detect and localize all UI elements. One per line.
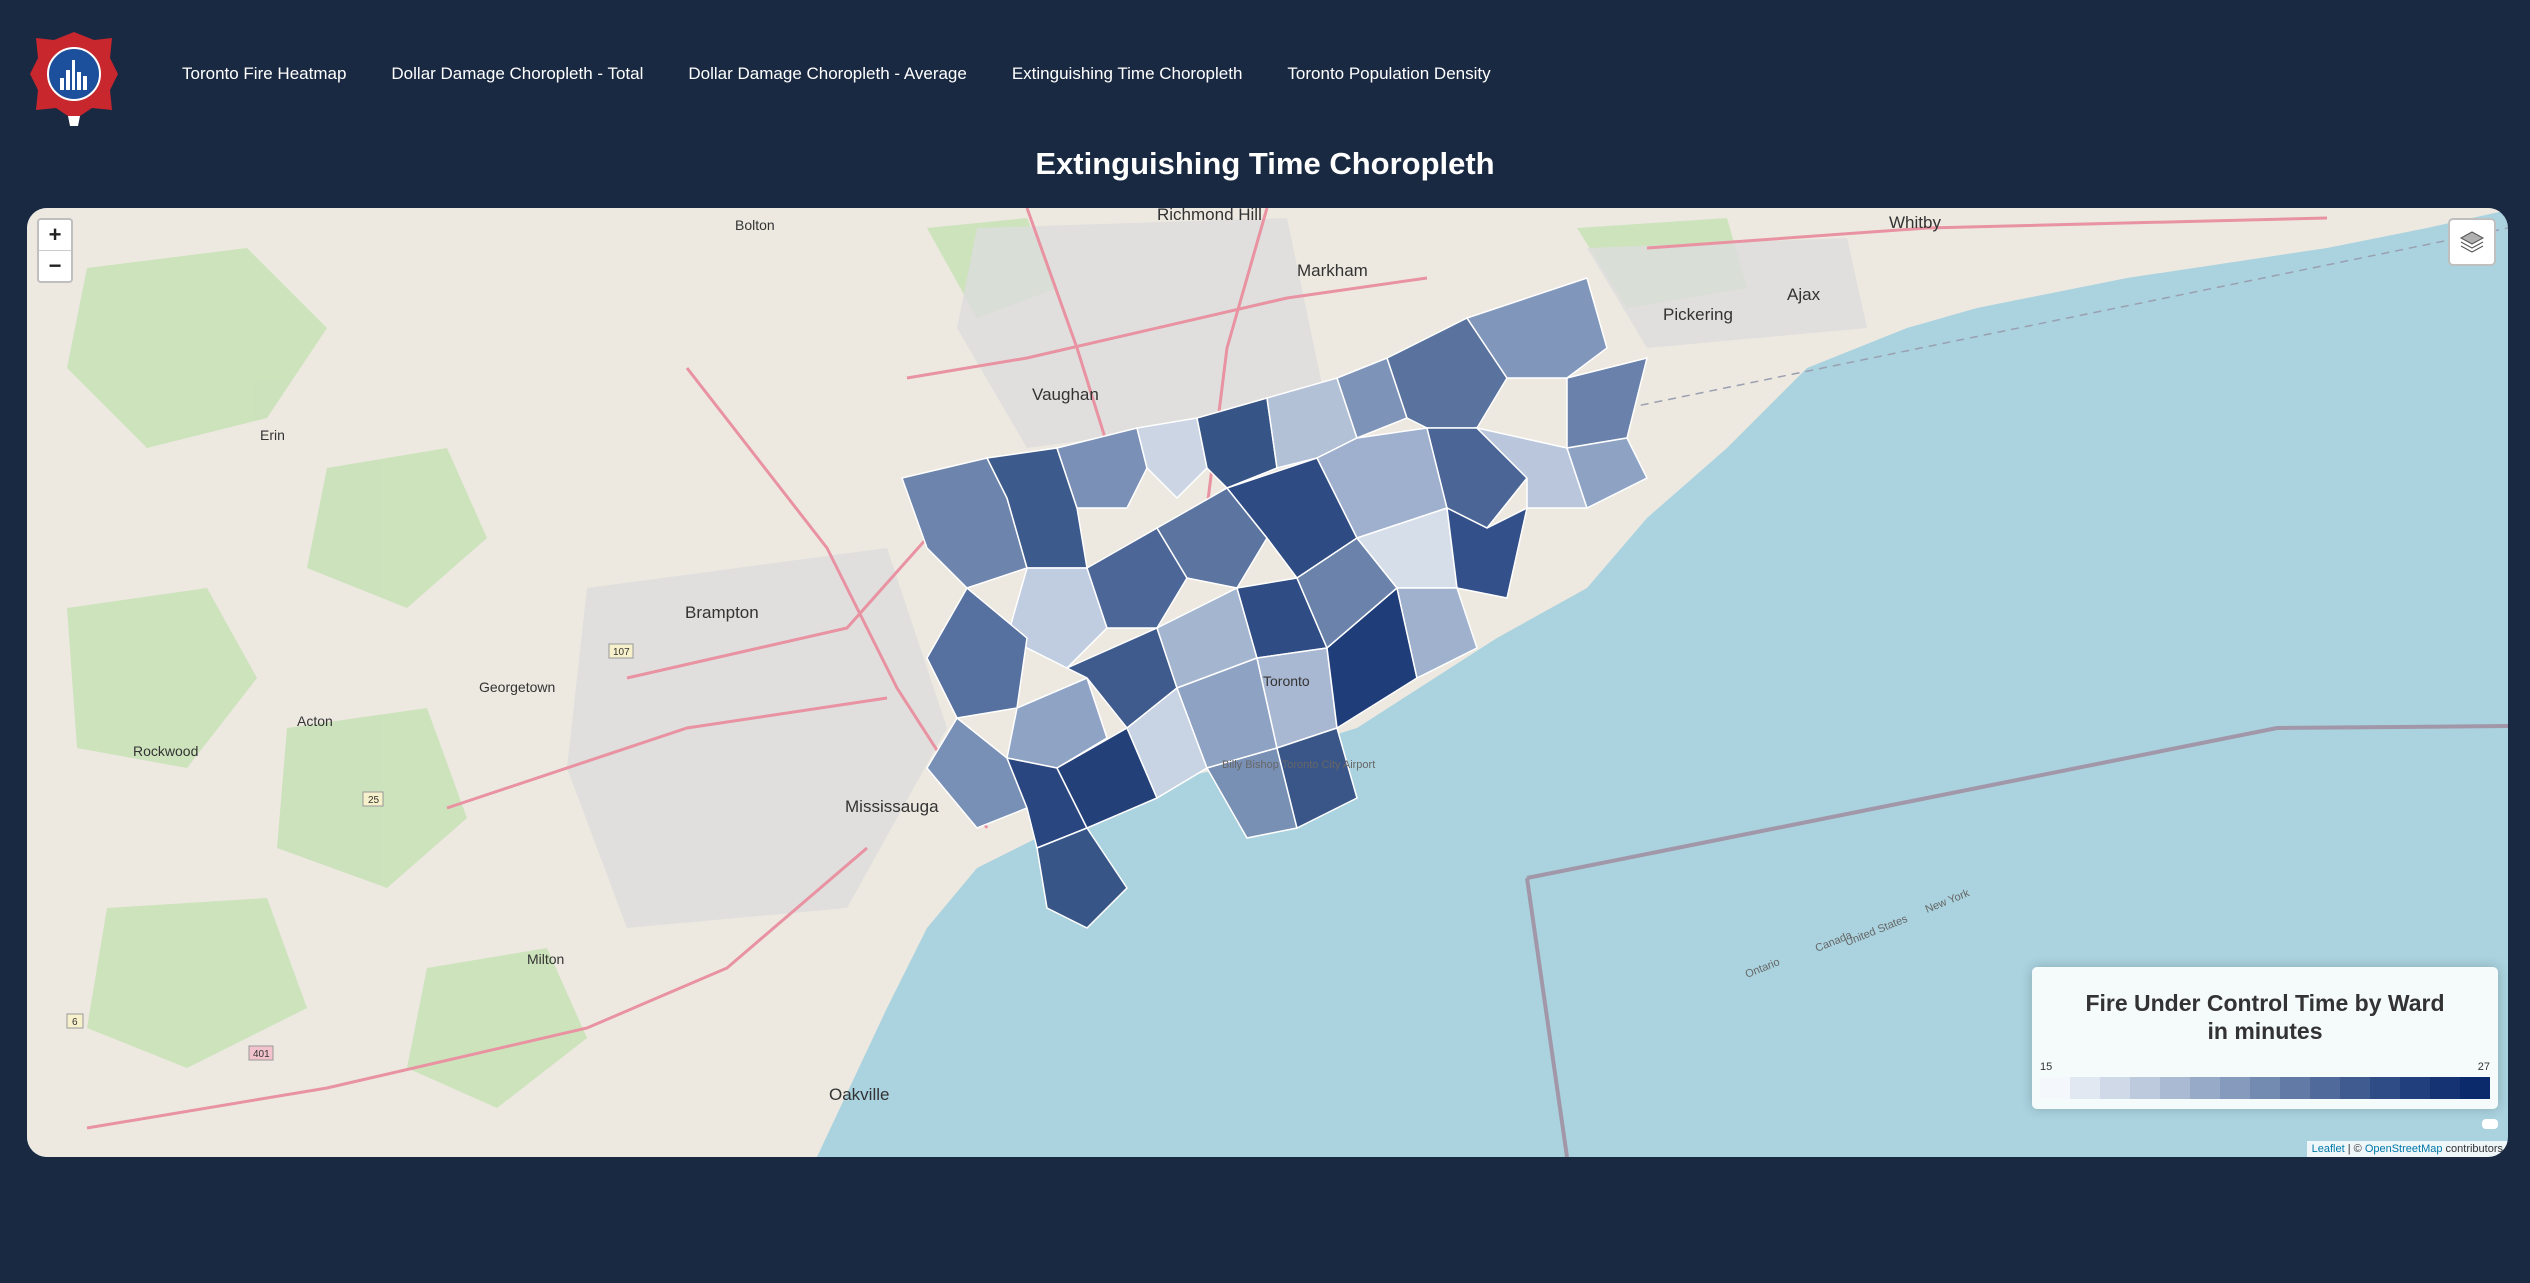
legend-handle[interactable] [2482, 1119, 2498, 1129]
legend-swatch [2460, 1077, 2490, 1099]
label-erin: Erin [260, 427, 285, 443]
label-toronto: Toronto [1263, 673, 1310, 689]
label-new-york: New York [1924, 887, 1972, 916]
layers-button[interactable] [2448, 218, 2496, 266]
zoom-control: + − [37, 218, 73, 283]
label-acton: Acton [297, 713, 333, 729]
osm-link[interactable]: OpenStreetMap [2365, 1143, 2443, 1155]
attribution-separator: | © [2344, 1143, 2365, 1155]
label-richmond-hill: Richmond Hill [1157, 208, 1262, 224]
label-ajax: Ajax [1787, 285, 1821, 304]
toronto-fire-logo[interactable] [24, 22, 124, 130]
leaflet-link[interactable]: Leaflet [2312, 1143, 2345, 1155]
zoom-out-button[interactable]: − [39, 250, 71, 281]
legend-max-label: 27 [2477, 1061, 2490, 1073]
attribution-suffix: contributors [2442, 1143, 2503, 1155]
zoom-in-button[interactable]: + [39, 220, 71, 250]
label-georgetown: Georgetown [479, 679, 555, 695]
map-container[interactable]: Richmond Hill Markham Whitby Bolton Ajax… [27, 208, 2508, 1157]
legend-swatch [2280, 1077, 2310, 1099]
legend-swatch [2040, 1077, 2070, 1099]
legend: Fire Under Control Time by Ward in minut… [2032, 967, 2498, 1109]
international-border [1526, 724, 2508, 880]
label-vaughan: Vaughan [1032, 385, 1099, 404]
label-rockwood: Rockwood [133, 743, 198, 759]
legend-swatch [2370, 1077, 2400, 1099]
legend-color-scale [2040, 1077, 2490, 1099]
nav-damage-total-link[interactable]: Dollar Damage Choropleth - Total [391, 64, 643, 84]
label-brampton: Brampton [685, 603, 759, 622]
legend-swatch [2430, 1077, 2460, 1099]
label-ontario: Ontario [1744, 956, 1782, 981]
label-oakville: Oakville [829, 1085, 889, 1104]
international-border-south [1525, 877, 1569, 1157]
legend-title: Fire Under Control Time by Ward in minut… [2032, 989, 2498, 1045]
legend-swatch [2190, 1077, 2220, 1099]
label-whitby: Whitby [1889, 213, 1941, 232]
legend-min-label: 15 [2040, 1061, 2053, 1073]
legend-title-line2: in minutes [2207, 1018, 2323, 1044]
nav-population-density-link[interactable]: Toronto Population Density [1287, 64, 1490, 84]
main-nav: Toronto Fire Heatmap Dollar Damage Choro… [182, 64, 1536, 84]
shield-6: 6 [72, 1017, 78, 1028]
legend-swatch [2070, 1077, 2100, 1099]
legend-title-line1: Fire Under Control Time by Ward [2085, 990, 2445, 1016]
shield-401: 401 [253, 1049, 270, 1060]
shield-25: 25 [368, 795, 380, 806]
top-navbar: Toronto Fire Heatmap Dollar Damage Choro… [0, 0, 2530, 150]
label-bolton: Bolton [735, 217, 775, 233]
shield-107: 107 [613, 647, 630, 658]
nav-extinguishing-time-link[interactable]: Extinguishing Time Choropleth [1012, 64, 1243, 84]
legend-swatch [2160, 1077, 2190, 1099]
legend-swatch [2100, 1077, 2130, 1099]
label-united-states: United States [1844, 913, 1910, 949]
layers-icon [2459, 231, 2485, 253]
label-billy-bishop-airport: Billy Bishop Toronto City Airport [1222, 759, 1375, 771]
legend-swatch [2400, 1077, 2430, 1099]
legend-swatch [2220, 1077, 2250, 1099]
map-attribution: Leaflet | © OpenStreetMap contributors [2306, 1141, 2508, 1157]
label-markham: Markham [1297, 261, 1368, 280]
label-mississauga: Mississauga [845, 797, 939, 816]
legend-swatch [2340, 1077, 2370, 1099]
nav-heatmap-link[interactable]: Toronto Fire Heatmap [182, 64, 346, 84]
nav-damage-average-link[interactable]: Dollar Damage Choropleth - Average [688, 64, 966, 84]
legend-swatch [2250, 1077, 2280, 1099]
label-milton: Milton [527, 951, 564, 967]
label-pickering: Pickering [1663, 305, 1733, 324]
legend-swatch [2310, 1077, 2340, 1099]
page-title: Extinguishing Time Choropleth [1035, 146, 1495, 181]
legend-swatch [2130, 1077, 2160, 1099]
